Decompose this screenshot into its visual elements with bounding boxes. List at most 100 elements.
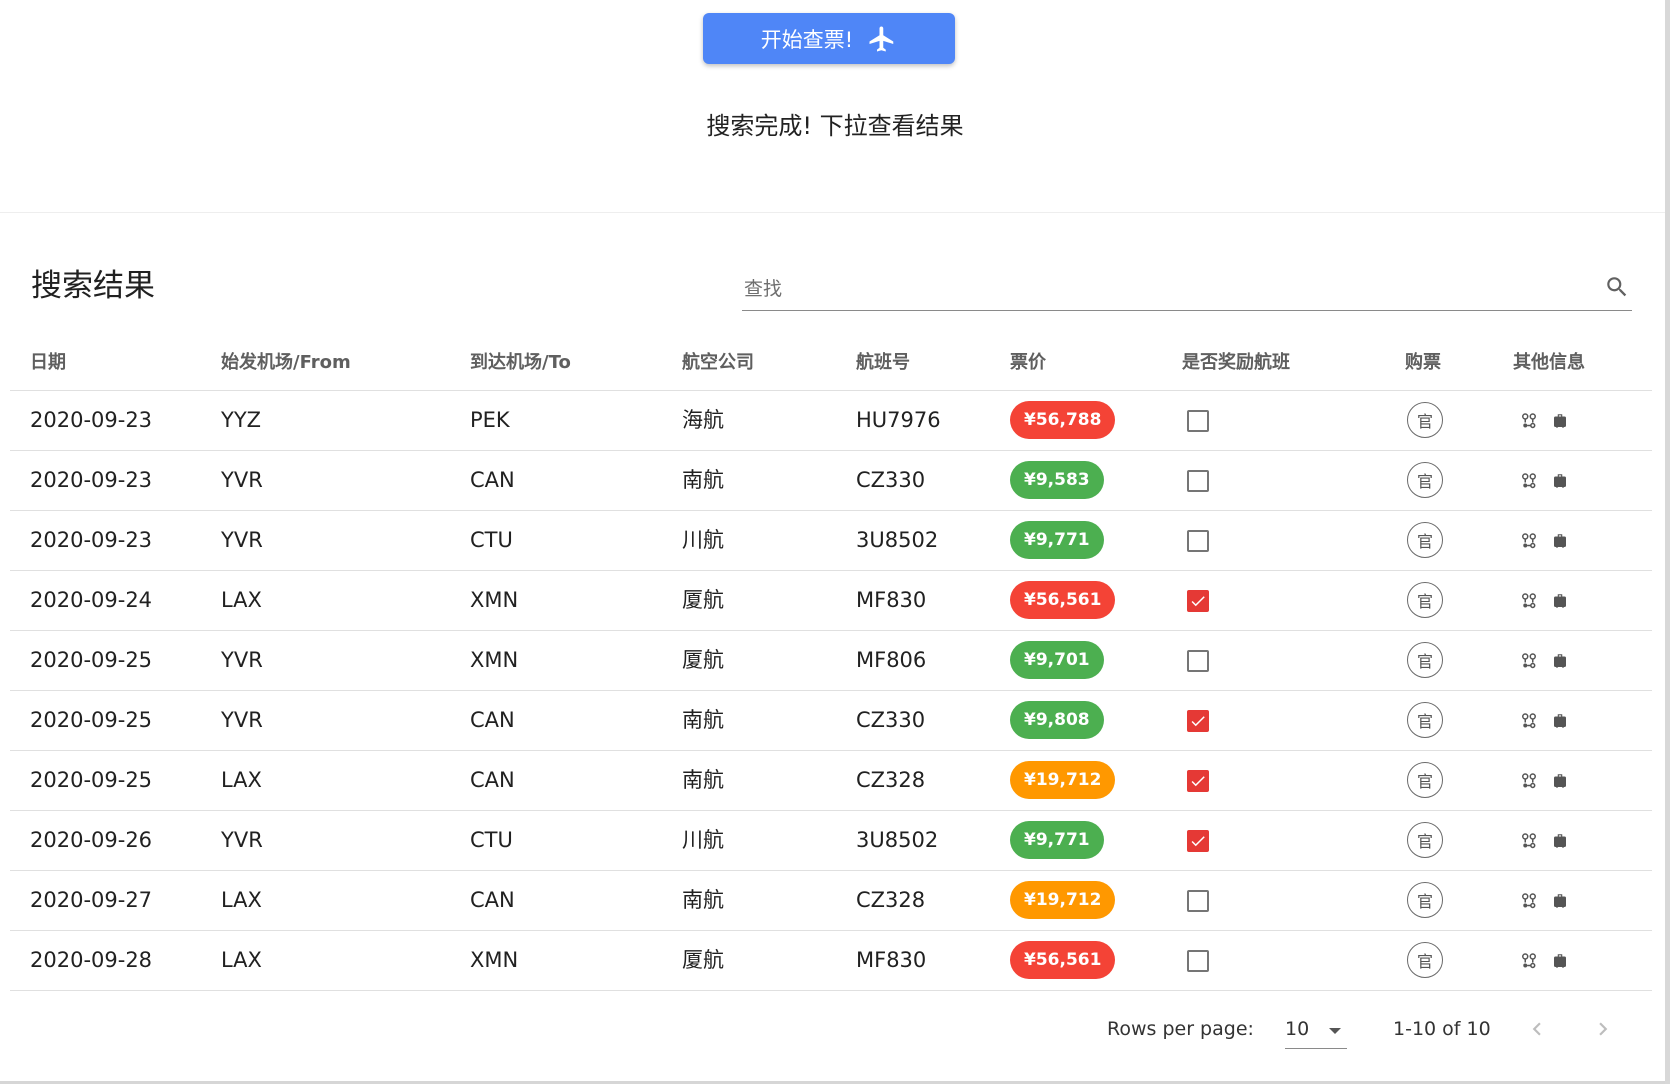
table-row: 2020-09-23 YVR CAN 南航 CZ330 ¥9,583 官 — [10, 450, 1652, 511]
cell-flight: CZ330 — [856, 708, 926, 732]
rows-per-page-select[interactable]: 10 — [1285, 1014, 1347, 1049]
price-chip: ¥9,771 — [1010, 521, 1104, 559]
search-icon[interactable] — [1604, 274, 1630, 300]
cell-flight: HU7976 — [856, 408, 941, 432]
table-row: 2020-09-28 LAX XMN 厦航 MF830 ¥56,561 官 — [10, 930, 1652, 991]
buy-official-button[interactable]: 官 — [1407, 942, 1443, 978]
table-row: 2020-09-26 YVR CTU 川航 3U8502 ¥9,771 官 — [10, 810, 1652, 871]
reward-checkbox[interactable] — [1187, 710, 1209, 732]
table-row: 2020-09-24 LAX XMN 厦航 MF830 ¥56,561 官 — [10, 570, 1652, 631]
luggage-icon[interactable] — [1551, 412, 1569, 430]
column-header-reward[interactable]: 是否奖励航班 — [1182, 348, 1290, 374]
reward-checkbox[interactable] — [1187, 770, 1209, 792]
table-row: 2020-09-25 YVR CAN 南航 CZ330 ¥9,808 官 — [10, 690, 1652, 751]
buy-official-button[interactable]: 官 — [1407, 822, 1443, 858]
reward-checkbox[interactable] — [1187, 470, 1209, 492]
results-title: 搜索结果 — [31, 268, 155, 304]
reward-checkbox[interactable] — [1187, 410, 1209, 432]
cell-flight: CZ328 — [856, 768, 926, 792]
column-header-date[interactable]: 日期 — [30, 348, 66, 374]
reward-checkbox[interactable] — [1187, 530, 1209, 552]
cell-from: YVR — [221, 468, 263, 492]
buy-official-button[interactable]: 官 — [1407, 402, 1443, 438]
buy-official-label: 官 — [1416, 592, 1433, 611]
column-header-from[interactable]: 始发机场/From — [221, 348, 351, 374]
airplane-icon — [869, 26, 894, 51]
buy-official-button[interactable]: 官 — [1407, 702, 1443, 738]
price-chip: ¥9,583 — [1010, 461, 1104, 499]
reward-checkbox[interactable] — [1187, 950, 1209, 972]
cell-to: CAN — [470, 888, 515, 912]
reward-checkbox[interactable] — [1187, 650, 1209, 672]
search-field[interactable] — [742, 270, 1632, 311]
buy-official-label: 官 — [1416, 532, 1433, 551]
luggage-icon[interactable] — [1551, 892, 1569, 910]
cell-to: XMN — [470, 588, 519, 612]
luggage-icon[interactable] — [1551, 712, 1569, 730]
luggage-icon[interactable] — [1551, 532, 1569, 550]
route-pins-icon[interactable] — [1520, 712, 1538, 730]
column-header-flight[interactable]: 航班号 — [856, 348, 910, 374]
buy-official-label: 官 — [1416, 892, 1433, 911]
cell-flight: 3U8502 — [856, 828, 939, 852]
cell-airline: 南航 — [682, 708, 724, 732]
cell-to: CAN — [470, 768, 515, 792]
route-pins-icon[interactable] — [1520, 892, 1538, 910]
route-pins-icon[interactable] — [1520, 952, 1538, 970]
cell-airline: 厦航 — [682, 948, 724, 972]
route-pins-icon[interactable] — [1520, 532, 1538, 550]
cell-to: CAN — [470, 468, 515, 492]
cell-flight: MF830 — [856, 948, 927, 972]
cell-airline: 南航 — [682, 468, 724, 492]
buy-official-button[interactable]: 官 — [1407, 462, 1443, 498]
column-header-to[interactable]: 到达机场/To — [470, 348, 571, 374]
table-row: 2020-09-25 YVR XMN 厦航 MF806 ¥9,701 官 — [10, 630, 1652, 691]
cell-to: CAN — [470, 708, 515, 732]
luggage-icon[interactable] — [1551, 472, 1569, 490]
column-header-info[interactable]: 其他信息 — [1513, 348, 1585, 374]
cell-flight: 3U8502 — [856, 528, 939, 552]
luggage-icon[interactable] — [1551, 652, 1569, 670]
route-pins-icon[interactable] — [1520, 832, 1538, 850]
luggage-icon[interactable] — [1551, 772, 1569, 790]
luggage-icon[interactable] — [1551, 592, 1569, 610]
buy-official-button[interactable]: 官 — [1407, 762, 1443, 798]
cell-airline: 厦航 — [682, 648, 724, 672]
route-pins-icon[interactable] — [1520, 652, 1538, 670]
column-header-airline[interactable]: 航空公司 — [682, 348, 754, 374]
cell-from: YVR — [221, 828, 263, 852]
reward-checkbox[interactable] — [1187, 890, 1209, 912]
cell-from: LAX — [221, 888, 262, 912]
route-pins-icon[interactable] — [1520, 592, 1538, 610]
cell-airline: 川航 — [682, 528, 724, 552]
price-chip: ¥19,712 — [1010, 881, 1116, 919]
chevron-right-icon[interactable] — [1590, 1016, 1616, 1042]
route-pins-icon[interactable] — [1520, 412, 1538, 430]
luggage-icon[interactable] — [1551, 952, 1569, 970]
reward-checkbox[interactable] — [1187, 590, 1209, 612]
buy-official-label: 官 — [1416, 712, 1433, 731]
buy-official-button[interactable]: 官 — [1407, 642, 1443, 678]
table-header: 日期 始发机场/From 到达机场/To 航空公司 航班号 票价 是否奖励航班 … — [10, 342, 1652, 391]
column-header-price[interactable]: 票价 — [1010, 348, 1046, 374]
search-input[interactable] — [742, 270, 1566, 308]
cell-from: YVR — [221, 528, 263, 552]
reward-checkbox[interactable] — [1187, 830, 1209, 852]
chevron-left-icon[interactable] — [1524, 1016, 1550, 1042]
cell-airline: 海航 — [682, 408, 724, 432]
cell-date: 2020-09-25 — [30, 768, 153, 792]
scrollbar-track[interactable] — [1665, 0, 1670, 1084]
luggage-icon[interactable] — [1551, 832, 1569, 850]
table-row: 2020-09-27 LAX CAN 南航 CZ328 ¥19,712 官 — [10, 870, 1652, 931]
cell-to: XMN — [470, 648, 519, 672]
buy-official-button[interactable]: 官 — [1407, 582, 1443, 618]
top-area: 开始查票! 搜索完成! 下拉查看结果 — [0, 0, 1670, 212]
column-header-buy[interactable]: 购票 — [1405, 348, 1441, 374]
start-search-button[interactable]: 开始查票! — [703, 13, 955, 64]
buy-official-button[interactable]: 官 — [1407, 882, 1443, 918]
cell-flight: CZ330 — [856, 468, 926, 492]
buy-official-button[interactable]: 官 — [1407, 522, 1443, 558]
route-pins-icon[interactable] — [1520, 772, 1538, 790]
route-pins-icon[interactable] — [1520, 472, 1538, 490]
buy-official-label: 官 — [1416, 652, 1433, 671]
